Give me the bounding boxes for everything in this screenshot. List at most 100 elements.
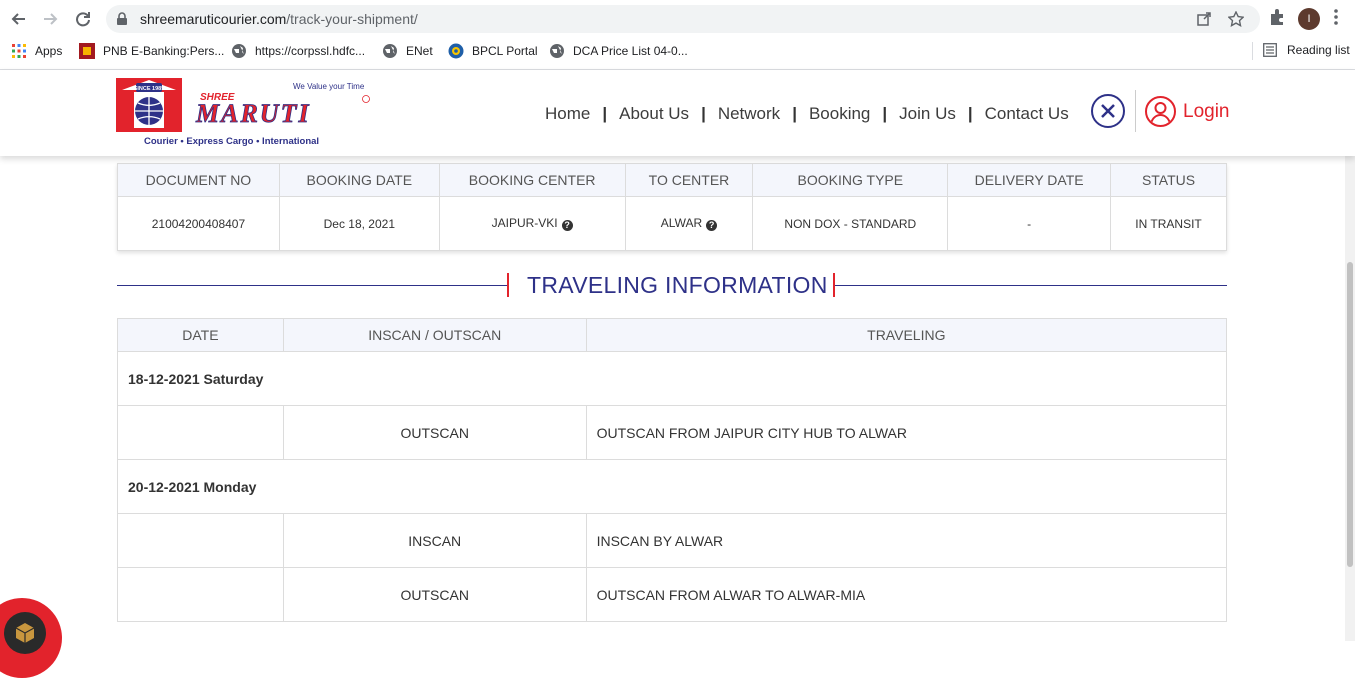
page-content: DOCUMENT NO BOOKING DATE BOOKING CENTER … [0, 156, 1345, 641]
shree-maruti-logo: SINCE 1985 We Value your Time SHREE MARU… [116, 78, 370, 147]
back-button[interactable] [5, 6, 31, 32]
pnb-icon [79, 43, 95, 59]
logo-brand: MARUTI [195, 99, 311, 128]
shipment-summary-table: DOCUMENT NO BOOKING DATE BOOKING CENTER … [117, 163, 1227, 251]
lock-icon [117, 12, 127, 25]
empty-date-cell [117, 513, 284, 568]
heading-bar-left [507, 273, 509, 297]
scrollbar-thumb[interactable] [1347, 262, 1353, 567]
nav-home[interactable]: Home [545, 104, 590, 124]
globe-icon [231, 43, 247, 59]
close-button[interactable] [1091, 94, 1125, 128]
status-cell: IN TRANSIT [1110, 196, 1227, 251]
login-button[interactable]: Login [1145, 96, 1230, 127]
address-bar[interactable]: shreemaruticourier.com/track-your-shipme… [106, 5, 1260, 33]
globe-icon [382, 43, 398, 59]
nav-network[interactable]: Network [718, 104, 780, 124]
site-header: SINCE 1985 We Value your Time SHREE MARU… [0, 70, 1355, 156]
nav-join-us[interactable]: Join Us [899, 104, 956, 124]
bookmark-label: BPCL Portal [472, 44, 538, 58]
booking-center-cell: JAIPUR-VKI? [438, 196, 626, 251]
traveling-table: DATE INSCAN / OUTSCAN TRAVELING 18-12-20… [117, 318, 1228, 622]
kebab-menu-icon[interactable] [1333, 8, 1339, 26]
date-cell: 20-12-2021 Monday [117, 459, 1227, 514]
heading-line-left [117, 285, 507, 286]
to-center-cell: ALWAR? [624, 196, 754, 251]
scan-cell: INSCAN [282, 513, 587, 568]
col-booking-type: BOOKING TYPE [752, 163, 949, 197]
reading-list-icon [1263, 43, 1277, 57]
date-group-row: 18-12-2021 Saturday [117, 351, 1227, 406]
bookmark-enet[interactable]: ENet [382, 43, 433, 59]
reload-button[interactable] [70, 6, 96, 32]
reading-list-button[interactable]: Reading list [1263, 43, 1350, 57]
col-to-center: TO CENTER [624, 163, 754, 197]
bookmarks-divider [1252, 42, 1253, 60]
col-traveling: TRAVELING [585, 318, 1228, 352]
question-circle-icon[interactable]: ? [706, 220, 718, 231]
forward-button[interactable] [38, 6, 64, 32]
table-row: 21004200408407 Dec 18, 2021 JAIPUR-VKI? … [117, 196, 1227, 251]
col-inscan-outscan: INSCAN / OUTSCAN [282, 318, 587, 352]
share-icon[interactable] [1196, 11, 1212, 27]
nav-separator: | [602, 104, 608, 123]
col-date: DATE [117, 318, 284, 352]
bookmark-star-icon[interactable] [1228, 11, 1244, 27]
main-nav: Home | About Us | Network | Booking | Jo… [545, 104, 1069, 124]
reading-list-label: Reading list [1287, 43, 1350, 57]
bookmark-label: https://corpssl.hdfc... [255, 44, 366, 58]
globe-icon [549, 43, 565, 59]
package-icon [4, 612, 46, 654]
booking-center-value: JAIPUR-VKI [491, 216, 558, 230]
bookmark-dca[interactable]: DCA Price List 04-0... [549, 43, 688, 59]
document-no-cell: 21004200408407 [117, 196, 280, 251]
question-circle-icon[interactable]: ? [561, 220, 573, 231]
empty-date-cell [117, 567, 284, 622]
table-row: OUTSCAN OUTSCAN FROM JAIPUR CITY HUB TO … [117, 405, 1228, 460]
date-cell: 18-12-2021 Saturday [117, 351, 1227, 406]
extensions-puzzle-icon[interactable] [1268, 8, 1286, 26]
table-header-row: DATE INSCAN / OUTSCAN TRAVELING [117, 318, 1228, 352]
bookmark-bpcl[interactable]: BPCL Portal [448, 43, 538, 59]
profile-avatar[interactable]: I [1298, 8, 1320, 30]
bookmark-pnb[interactable]: PNB E-Banking:Pers... [79, 43, 224, 59]
empty-date-cell [117, 405, 284, 460]
login-label: Login [1183, 100, 1230, 122]
logo-tagline-top: We Value your Time [293, 82, 365, 91]
nav-booking[interactable]: Booking [809, 104, 870, 124]
bookmark-label: Apps [35, 44, 63, 58]
traveling-info-cell: OUTSCAN FROM JAIPUR CITY HUB TO ALWAR [585, 405, 1228, 460]
traveling-section-heading: TRAVELING INFORMATION [117, 270, 1227, 300]
delivery-date-cell: - [947, 196, 1112, 251]
bookmark-hdfc[interactable]: https://corpssl.hdfc... [231, 43, 365, 59]
nav-separator: | [882, 104, 888, 123]
apps-grid-icon [11, 43, 27, 59]
col-booking-center: BOOKING CENTER [438, 163, 626, 197]
table-header-row: DOCUMENT NO BOOKING DATE BOOKING CENTER … [117, 163, 1227, 197]
reload-icon [76, 12, 90, 27]
bookmarks-bar: Apps PNB E-Banking:Pers... https://corps… [0, 38, 1355, 64]
col-document-no: DOCUMENT NO [117, 163, 280, 197]
bookmark-apps[interactable]: Apps [11, 43, 62, 59]
table-row: OUTSCAN OUTSCAN FROM ALWAR TO ALWAR-MIA [117, 567, 1228, 622]
bpcl-icon [448, 43, 464, 59]
logo-tagline-bottom: Courier • Express Cargo • International [144, 136, 319, 147]
nav-contact-us[interactable]: Contact Us [985, 104, 1069, 124]
forward-arrow-icon [44, 13, 58, 25]
header-divider [1135, 90, 1136, 132]
table-row: INSCAN INSCAN BY ALWAR [117, 513, 1228, 568]
user-icon [1145, 96, 1176, 127]
scan-cell: OUTSCAN [282, 405, 587, 460]
scan-cell: OUTSCAN [282, 567, 587, 622]
site-logo[interactable]: SINCE 1985 We Value your Time SHREE MARU… [116, 78, 376, 150]
heading-line-right [835, 285, 1227, 286]
col-delivery-date: DELIVERY DATE [947, 163, 1112, 197]
booking-type-cell: NON DOX - STANDARD [752, 196, 949, 251]
back-arrow-icon [11, 13, 25, 25]
bookmark-label: ENet [406, 44, 433, 58]
nav-separator: | [701, 104, 706, 123]
browser-toolbar: shreemaruticourier.com/track-your-shipme… [0, 0, 1355, 37]
col-status: STATUS [1110, 163, 1227, 197]
nav-separator: | [792, 104, 797, 123]
nav-about-us[interactable]: About Us [619, 104, 689, 124]
